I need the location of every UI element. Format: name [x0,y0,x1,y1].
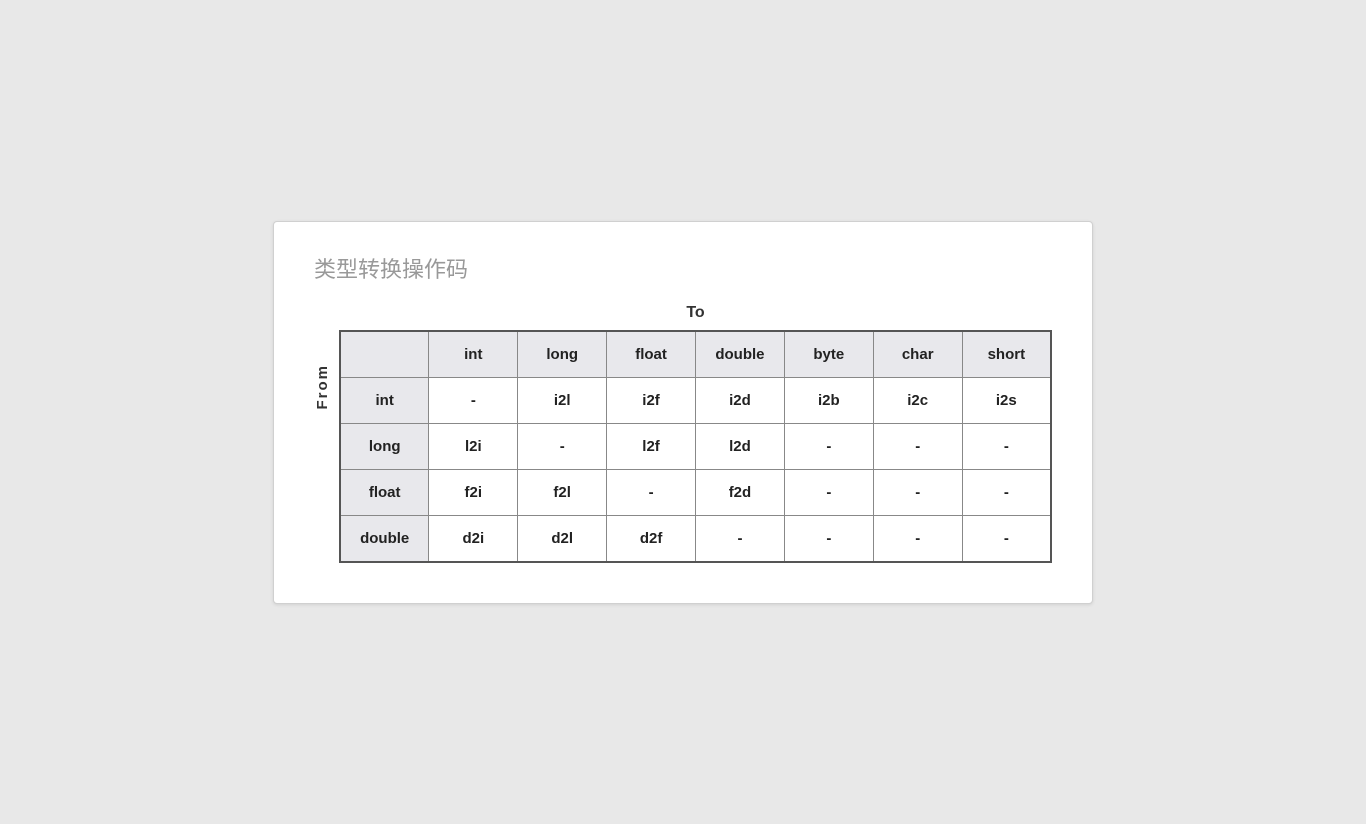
cell-float-short: - [962,469,1051,515]
cell-double-char: - [873,515,962,562]
table-row: floatf2if2l-f2d--- [340,469,1051,515]
cell-float-long: f2l [518,469,607,515]
cell-int-double: i2d [696,377,785,423]
from-label-container: From [314,364,331,410]
row-header-long: long [340,423,429,469]
cell-long-short: - [962,423,1051,469]
cell-int-short: i2s [962,377,1051,423]
main-card: 类型转换操作码 From To intlongfloatdoublebytech… [273,221,1093,604]
header-row: intlongfloatdoublebytecharshort [340,331,1051,378]
cell-double-byte: - [784,515,873,562]
conversion-table: intlongfloatdoublebytecharshort int-i2li… [339,330,1052,563]
cell-long-float: l2f [607,423,696,469]
cell-double-double: - [696,515,785,562]
from-label: From [314,364,331,410]
table-row: int-i2li2fi2di2bi2ci2s [340,377,1051,423]
cell-double-int: d2i [429,515,518,562]
cell-int-int: - [429,377,518,423]
header-float: float [607,331,696,378]
cell-float-byte: - [784,469,873,515]
cell-float-char: - [873,469,962,515]
cell-int-char: i2c [873,377,962,423]
cell-int-float: i2f [607,377,696,423]
header-byte: byte [784,331,873,378]
cell-long-long: - [518,423,607,469]
table-wrapper: From To intlongfloatdoublebytecharshort … [314,304,1052,563]
row-header-int: int [340,377,429,423]
cell-float-float: - [607,469,696,515]
table-section: To intlongfloatdoublebytecharshort int-i… [339,304,1052,563]
cell-long-double: l2d [696,423,785,469]
cell-long-char: - [873,423,962,469]
cell-int-byte: i2b [784,377,873,423]
header-double: double [696,331,785,378]
cell-double-float: d2f [607,515,696,562]
header-long: long [518,331,607,378]
table-row: doubled2id2ld2f---- [340,515,1051,562]
row-header-float: float [340,469,429,515]
row-header-double: double [340,515,429,562]
card-title: 类型转换操作码 [314,252,1052,284]
cell-double-short: - [962,515,1051,562]
header-int: int [429,331,518,378]
to-label: To [686,304,704,322]
cell-float-int: f2i [429,469,518,515]
cell-int-long: i2l [518,377,607,423]
cell-long-int: l2i [429,423,518,469]
table-row: longl2i-l2fl2d--- [340,423,1051,469]
cell-float-double: f2d [696,469,785,515]
cell-double-long: d2l [518,515,607,562]
cell-long-byte: - [784,423,873,469]
corner-header [340,331,429,378]
header-char: char [873,331,962,378]
header-short: short [962,331,1051,378]
